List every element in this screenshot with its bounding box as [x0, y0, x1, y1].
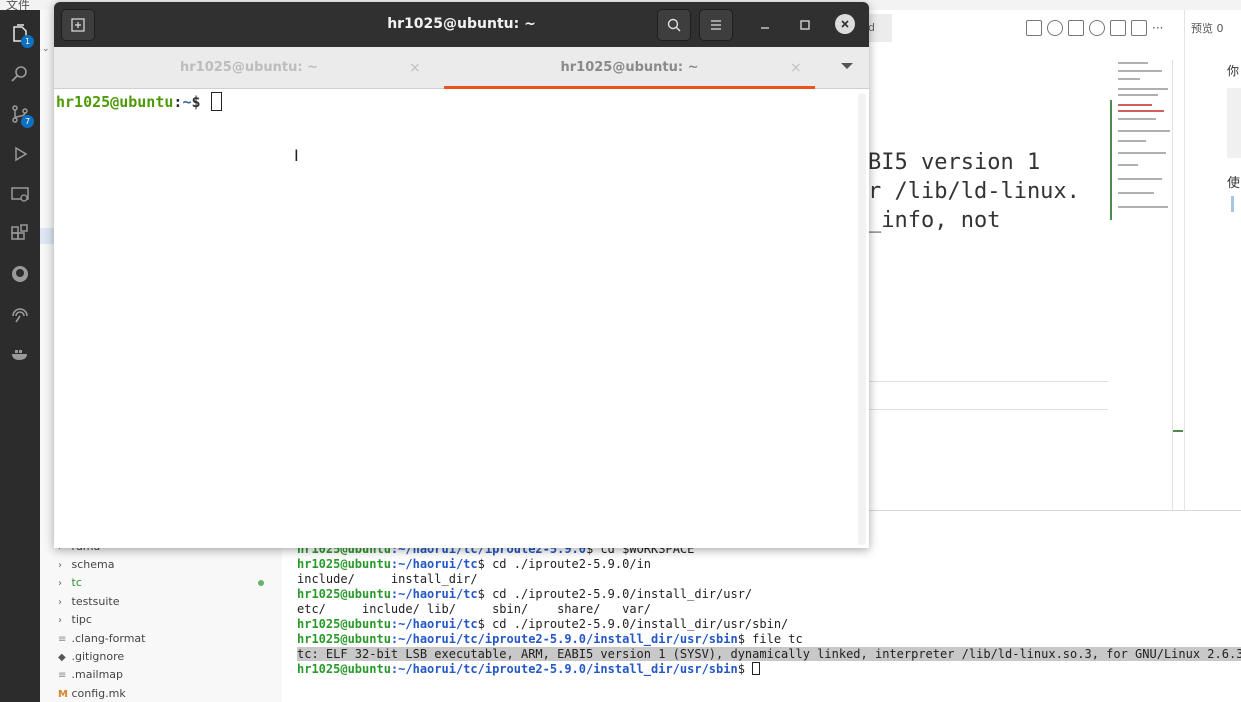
editor-scroll-track[interactable] [1172, 60, 1173, 510]
explorer-icon[interactable]: 1 [8, 22, 34, 48]
table-icon[interactable] [1068, 20, 1084, 36]
maximize-icon [800, 20, 810, 30]
tab-close-icon[interactable]: × [790, 47, 802, 89]
ibeam-cursor-icon: I [294, 146, 299, 165]
selection-marker [40, 228, 54, 244]
panel-line: hr1025@ubuntu:~/haorui/tc/iproute2-5.9.0… [297, 662, 761, 677]
editor-line-3: _info, not [868, 208, 1001, 233]
tree-item-config-mk[interactable]: M config.mk [58, 685, 278, 702]
tab-dropdown-icon[interactable] [841, 63, 853, 69]
preview-text-2: 使 [1227, 176, 1241, 191]
split-preview-icon[interactable] [1026, 20, 1042, 36]
panel-line-highlighted: tc: ELF 32-bit LSB executable, ARM, EABI… [297, 647, 1241, 662]
tree-item-mailmap[interactable]: ≡ .mailmap [58, 666, 278, 684]
search-icon [667, 18, 681, 32]
tree-item-gitignore[interactable]: ◆ .gitignore [58, 648, 278, 666]
minimap[interactable] [1110, 60, 1172, 220]
run-debug-icon[interactable] [8, 142, 32, 166]
text-cursor [210, 92, 222, 111]
collapse-chevron-icon[interactable]: ⌄ [42, 44, 50, 54]
search-button[interactable] [657, 9, 691, 41]
editor-line-1: BI5 version 1 [868, 150, 1041, 175]
explorer-badge: 1 [21, 35, 34, 48]
docker-icon[interactable] [8, 342, 32, 366]
panel-line: include/ install_dir/ [297, 572, 478, 586]
preview-text-1: 你 [1227, 64, 1240, 78]
editor-toolbar: ··· [1026, 14, 1176, 42]
remote-explorer-icon[interactable] [8, 182, 32, 206]
tree-item-testsuite[interactable]: › testsuite [58, 593, 278, 611]
comment-icon[interactable] [1089, 20, 1105, 36]
makefile-icon: M [58, 689, 68, 700]
file-lines-icon: ≡ [58, 670, 67, 681]
menu-button[interactable] [699, 9, 733, 41]
close-button[interactable] [835, 14, 855, 34]
minimize-icon [761, 27, 769, 29]
tree-item-clang-format[interactable]: ≡ .clang-format [58, 630, 278, 648]
minimize-button[interactable] [754, 14, 776, 36]
scm-badge: 7 [21, 115, 34, 128]
tree-item-tc[interactable]: › tc [58, 574, 278, 592]
editor-divider [868, 381, 1108, 382]
search-icon[interactable] [8, 62, 32, 86]
prompt-user: hr1025@ubuntu [56, 93, 174, 111]
panel-line: hr1025@ubuntu:~/haorui/tc$ cd ./iproute2… [297, 617, 789, 631]
terminal-tab-1[interactable]: hr1025@ubuntu: ~ [54, 47, 444, 89]
terminal-tab-bar: hr1025@ubuntu: ~ × hr1025@ubuntu: ~ × [54, 47, 869, 89]
github-icon[interactable] [8, 262, 32, 286]
activity-bar: 1 7 [0, 10, 40, 702]
remote-connection-icon[interactable] [8, 302, 32, 326]
maximize-button[interactable] [794, 14, 816, 36]
chevron-right-icon: › [58, 578, 62, 589]
terminal-title: hr1025@ubuntu: ~ [387, 16, 536, 32]
tab-close-icon[interactable]: × [409, 47, 421, 89]
editor-divider [868, 409, 1108, 410]
tree-item-tipc[interactable]: › tipc [58, 611, 278, 629]
tree-item-schema[interactable]: › schema [58, 556, 278, 574]
source-control-icon[interactable]: 7 [8, 102, 34, 128]
preview-quote-bar [1231, 196, 1234, 212]
extensions-icon[interactable] [8, 222, 32, 246]
chevron-right-icon: › [58, 560, 62, 571]
terminal-scrollbar[interactable] [858, 93, 866, 545]
preview-pane: 预览 0 你 使 [1184, 10, 1241, 510]
panel-line: etc/ include/ lib/ sbin/ share/ var/ [297, 602, 652, 616]
panel-line: hr1025@ubuntu:~/haorui/tc/iproute2-5.9.0… [297, 632, 803, 646]
chevron-right-icon: › [58, 615, 62, 626]
compare-icon[interactable] [1047, 20, 1063, 36]
git-diamond-icon: ◆ [58, 652, 66, 663]
hamburger-icon [711, 20, 721, 30]
editor-line-2: r /lib/ld-linux. [868, 179, 1080, 204]
scroll-marker [1173, 430, 1183, 432]
terminal-body[interactable]: hr1025@ubuntu:~$ I [54, 89, 869, 548]
preview-tab-label[interactable]: 预览 0 [1191, 20, 1224, 36]
more-actions-icon[interactable]: ··· [1152, 21, 1163, 35]
terminal-window: hr1025@ubuntu: ~ hr1025@ubuntu: ~ × hr10… [54, 2, 869, 548]
file-lines-icon: ≡ [58, 634, 67, 645]
menu-file[interactable]: 文件 [6, 0, 30, 10]
modified-dot-icon [258, 580, 264, 586]
terminal-headerbar: hr1025@ubuntu: ~ [54, 2, 869, 47]
chevron-right-icon: › [58, 597, 62, 608]
preview-block [1227, 88, 1241, 158]
close-icon [841, 20, 849, 28]
panel-cursor [752, 662, 761, 675]
split-editor-icon[interactable] [1131, 20, 1147, 36]
panel-line: hr1025@ubuntu:~/haorui/tc$ cd ./iproute2… [297, 557, 652, 571]
terminal-tab-2[interactable]: hr1025@ubuntu: ~ [444, 47, 815, 89]
open-preview-icon[interactable] [1110, 20, 1126, 36]
prompt-line: hr1025@ubuntu:~$ [56, 92, 222, 112]
panel-line: hr1025@ubuntu:~/haorui/tc$ cd ./iproute2… [297, 587, 753, 601]
